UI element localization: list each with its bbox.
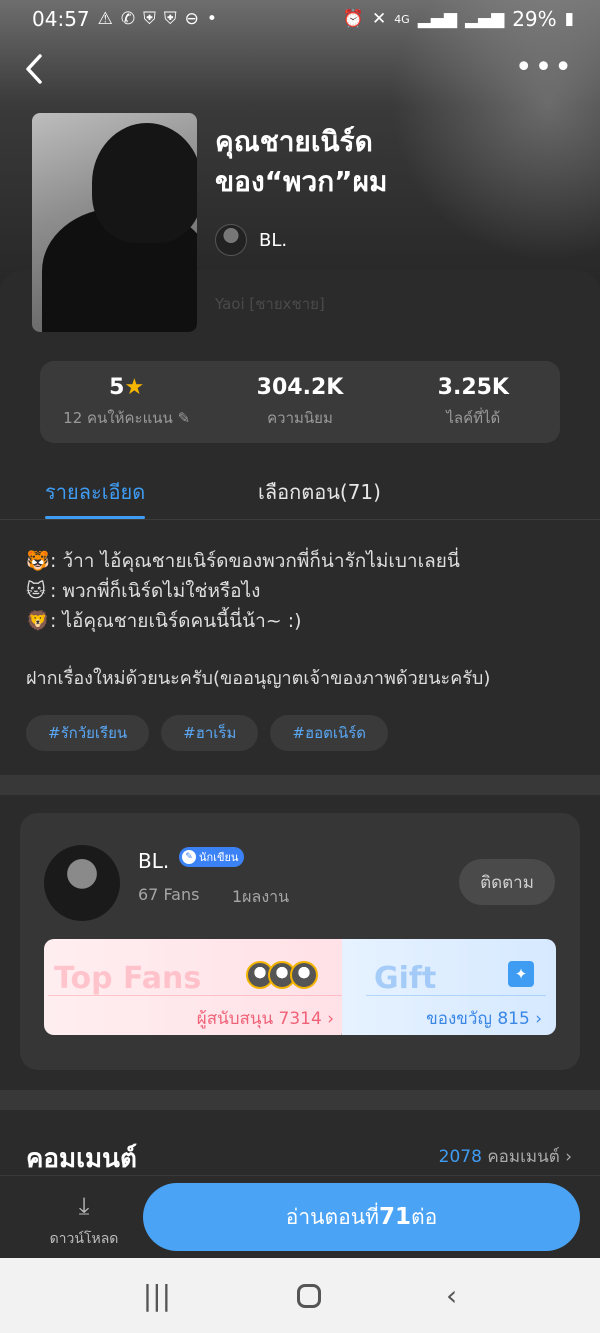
dot-icon: • <box>206 9 217 29</box>
signal-icon: ▂▄▆ <box>464 9 505 29</box>
popularity-label: ความนิยม <box>267 408 333 427</box>
download-label: ดาวน์โหลด <box>49 1231 119 1247</box>
tag-item[interactable]: #ฮาเร็ม <box>161 715 259 751</box>
phone-icon: ✆ <box>120 9 136 29</box>
section-divider <box>0 775 600 795</box>
description-note: ฝากเรื่องใหม่ด้วยนะครับ(ขออนุญาตเจ้าของภ… <box>26 668 491 689</box>
author-name: BL. <box>259 229 288 251</box>
more-dots-icon: ••• <box>514 50 574 85</box>
book-title-line2: ของ“พวก”ผม <box>215 165 388 198</box>
chevron-right-icon: › <box>535 1009 542 1029</box>
gift-icon: ✦ <box>508 961 534 987</box>
continue-reading-button[interactable]: อ่านตอนที่ 71 ต่อ <box>143 1183 580 1251</box>
chevron-right-icon: › <box>327 1009 334 1029</box>
download-icon: ⤓ <box>78 1192 90 1220</box>
recents-icon[interactable]: ||| <box>143 1279 171 1312</box>
description-line: 🐯: ว้าา ไอ้คุณชายเนิร์ดของพวกพี่ก็น่ารัก… <box>26 546 586 576</box>
author-card: BL. ✎ นักเขียน 67 Fans 1ผลงาน ติดตาม Top … <box>20 813 580 1070</box>
pen-icon: ✎ <box>182 850 196 864</box>
follow-button[interactable]: ติดตาม <box>459 859 555 905</box>
tiger-icon: 🐯 <box>26 550 50 572</box>
avatar <box>215 224 247 256</box>
mute-icon: ✕ <box>371 9 387 29</box>
top-fans-title: Top Fans <box>54 961 202 996</box>
stats-box: 5★ 12 คนให้คะแนน ✎ 304.2K ความนิยม 3.25K… <box>40 361 560 443</box>
description-line: 🦁: ไอ้คุณชายเนิร์ดคนนี้นี่น้า~ :) <box>26 606 586 636</box>
top-fans-panel[interactable]: Top Fans ผู้สนับสนุน 7314 › <box>44 939 364 1035</box>
back-nav-icon[interactable]: ‹ <box>446 1279 457 1312</box>
gift-count: ของขวัญ 815 › <box>426 1009 542 1029</box>
chevron-right-icon: › <box>565 1147 572 1167</box>
book-title-line1: คุณชายเนิร์ด <box>215 125 373 158</box>
battery-icon: ▮ <box>564 9 574 29</box>
likes-value: 3.25K <box>437 374 509 400</box>
author-card-name[interactable]: BL. <box>138 849 169 873</box>
tag-list: #รักวัยเรียน #ฮาเร็ม #ฮอตเนิร์ด <box>26 715 389 751</box>
comments-link[interactable]: 2078 คอมเมนต์ › <box>439 1143 572 1170</box>
tab-bar: รายละเอียด เลือกตอน(71) <box>0 470 600 520</box>
description-line: 🐱: พวกพี่ก็เนิร์ดไม่ใช่หรือไง <box>26 576 586 606</box>
fans-count: 67 Fans <box>138 885 200 904</box>
writer-badge: ✎ นักเขียน <box>179 847 245 867</box>
bottom-action-bar: ⤓ ดาวน์โหลด อ่านตอนที่ 71 ต่อ <box>0 1175 600 1258</box>
rating-value: 5 <box>109 374 125 400</box>
comments-count: 2078 <box>438 1147 482 1167</box>
tab-episodes[interactable]: เลือกตอน(71) <box>258 476 381 508</box>
rating-label: 12 คนให้คะแนน <box>63 408 173 427</box>
content-panel <box>0 270 600 775</box>
book-title: คุณชายเนิร์ด ของ“พวก”ผม <box>215 122 575 202</box>
description: 🐯: ว้าา ไอ้คุณชายเนิร์ดของพวกพี่ก็น่ารัก… <box>26 546 586 694</box>
cat-icon: 🐱 <box>26 580 46 602</box>
alarm-icon: ⏰ <box>342 9 364 29</box>
support-box: Top Fans ผู้สนับสนุน 7314 › Gift ✦ ของขว… <box>44 939 556 1035</box>
tab-details[interactable]: รายละเอียด <box>45 476 146 519</box>
warning-icon: ⚠ <box>97 9 113 29</box>
shield-icon: ⛨ <box>143 9 156 29</box>
popularity-stat: 304.2K ความนิยม <box>213 361 386 443</box>
section-divider <box>0 1090 600 1110</box>
status-time: 04:57 <box>32 7 90 31</box>
shield-icon: ⛨ <box>163 9 177 29</box>
status-bar: 04:57 ⚠ ✆ ⛨ ⛨ ⊖ • ⏰ ✕ 4G ▂▄▆ ▂▄▆ 29% ▮ <box>0 0 600 38</box>
author-link[interactable]: BL. <box>215 224 287 256</box>
top-fans-count: ผู้สนับสนุน 7314 › <box>196 1009 334 1029</box>
genre-label: Yaoi [ชายxชาย] <box>215 295 325 313</box>
tag-item[interactable]: #ฮอตเนิร์ด <box>270 715 389 751</box>
rating-stat[interactable]: 5★ 12 คนให้คะแนน ✎ <box>40 361 213 443</box>
back-button[interactable] <box>22 52 52 88</box>
more-button[interactable]: ••• <box>515 53 574 83</box>
download-button[interactable]: ⤓ ดาวน์โหลด <box>44 1192 124 1250</box>
chevron-left-icon <box>26 54 42 84</box>
dnd-icon: ⊖ <box>184 9 199 29</box>
book-cover[interactable] <box>32 113 197 332</box>
top-fans-avatars <box>246 961 318 989</box>
signal-icon: ▂▄▆ <box>417 9 457 29</box>
edit-icon: ✎ <box>177 408 191 427</box>
popularity-value: 304.2K <box>256 374 344 400</box>
network-type: 4G <box>394 12 410 26</box>
comments-title: คอมเมนต์ <box>26 1144 137 1174</box>
battery-percent: 29% <box>512 7 557 31</box>
tag-item[interactable]: #รักวัยเรียน <box>26 715 150 751</box>
likes-stat: 3.25K ไลค์ที่ได้ <box>387 361 560 443</box>
works-count: 1ผลงาน <box>232 887 290 906</box>
lion-icon: 🦁 <box>26 610 50 632</box>
system-nav-bar: ||| ‹ <box>0 1258 600 1333</box>
home-icon[interactable] <box>296 1283 321 1308</box>
cover-hair <box>92 123 197 243</box>
gift-title: Gift <box>374 961 437 996</box>
likes-label: ไลค์ที่ได้ <box>446 408 501 427</box>
star-icon: ★ <box>124 374 145 400</box>
gift-panel[interactable]: Gift ✦ ของขวัญ 815 › <box>342 939 556 1035</box>
author-avatar[interactable] <box>44 845 120 921</box>
